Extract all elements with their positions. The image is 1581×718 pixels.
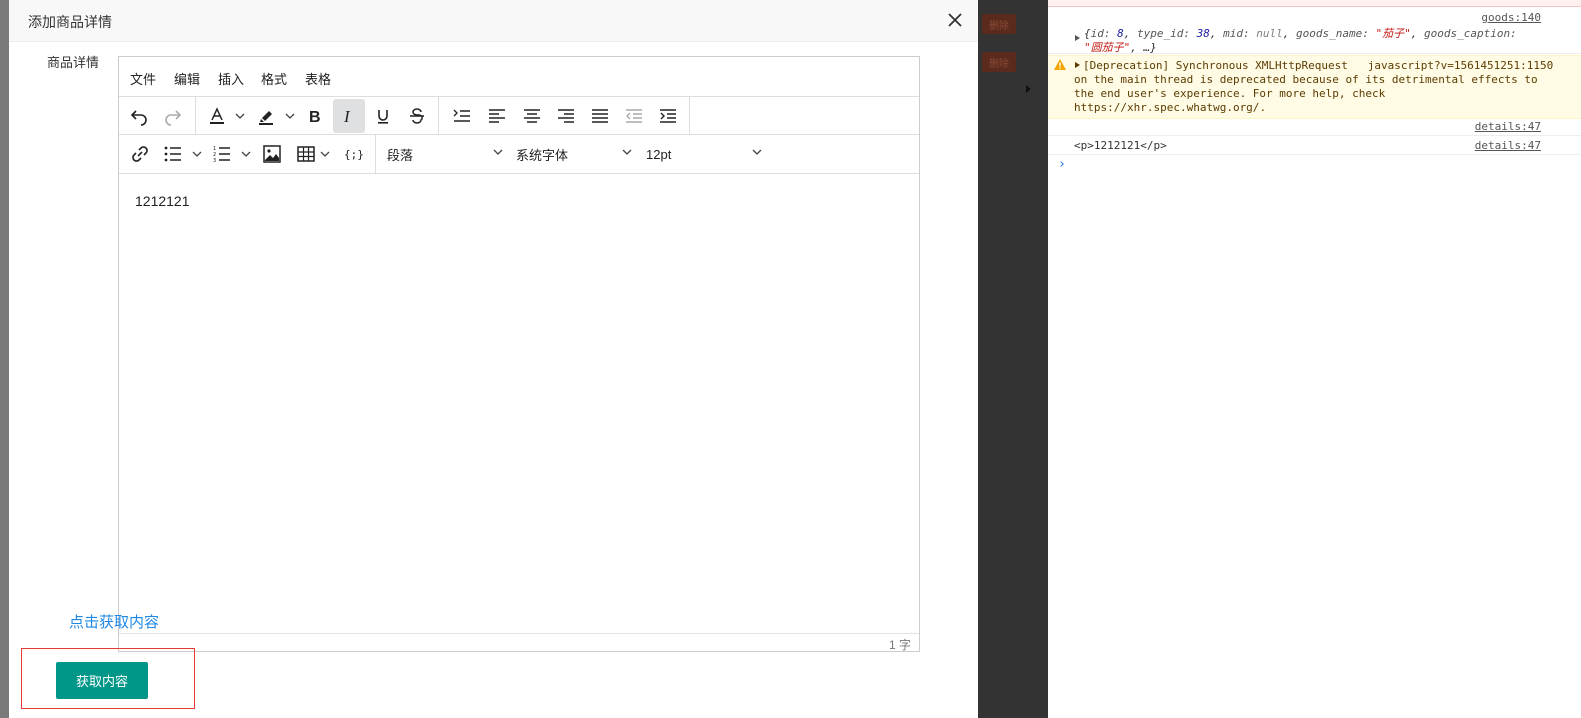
page-left-edge	[0, 0, 9, 718]
warning-source-link[interactable]: javascript?v=1561451251:1150	[1368, 59, 1553, 72]
chevron-down-icon	[493, 149, 503, 155]
delete-button[interactable]: 删除	[982, 14, 1016, 34]
block-format-select[interactable]: 段落	[387, 137, 503, 171]
source-link[interactable]: details:47	[1475, 139, 1541, 152]
delete-button[interactable]: 删除	[982, 52, 1016, 72]
indent-icon[interactable]	[652, 99, 684, 133]
source-link[interactable]: details:47	[1475, 120, 1541, 133]
link-icon[interactable]	[124, 137, 156, 171]
menu-edit[interactable]: 编辑	[174, 69, 200, 88]
object-preview-line-2: "圆茄子", …}	[1084, 41, 1157, 54]
console-log-entry: <p>1212121</p> details:47	[1048, 137, 1581, 155]
highlight-chevron-down-icon[interactable]	[283, 99, 297, 133]
code-sample-icon[interactable]: {;}	[337, 137, 369, 171]
svg-text:B: B	[309, 109, 321, 126]
underline-icon[interactable]	[367, 99, 399, 133]
highlight-icon[interactable]	[250, 99, 282, 133]
font-family-value: 系统字体	[516, 147, 569, 163]
text-color-chevron-down-icon[interactable]	[233, 99, 247, 133]
get-content-button[interactable]: 获取内容	[56, 662, 148, 699]
console-log-text: <p>1212121</p>	[1074, 139, 1167, 152]
align-center-icon[interactable]	[516, 99, 548, 133]
menu-file[interactable]: 文件	[130, 69, 156, 88]
console-error-remnant	[1048, 0, 1581, 7]
align-right-icon[interactable]	[550, 99, 582, 133]
console-log-entry: details:47	[1048, 119, 1581, 136]
text-color-icon[interactable]	[201, 99, 233, 133]
expand-arrow-icon	[1026, 85, 1031, 93]
devtools-console: goods:140 {id: 8, type_id: 38, mid: null…	[1048, 0, 1581, 718]
source-link[interactable]: goods:140	[1481, 11, 1541, 24]
rich-text-editor: 文件 编辑 插入 格式 表格 B I 1 2 3 {;} 段落 系统字体 12p…	[118, 56, 920, 652]
chevron-down-icon	[622, 149, 632, 155]
font-size-value: 12pt	[646, 146, 672, 162]
expand-triangle-icon[interactable]	[1075, 35, 1080, 41]
undo-icon[interactable]	[123, 99, 155, 133]
bold-icon[interactable]: B	[299, 99, 331, 133]
chevron-down-icon	[752, 149, 762, 155]
line-height-icon[interactable]	[446, 99, 478, 133]
modal-title: 添加商品详情	[28, 14, 112, 30]
bullet-list-chevron-down-icon[interactable]	[190, 137, 204, 171]
strikethrough-icon[interactable]	[401, 99, 433, 133]
redo-icon[interactable]	[157, 99, 189, 133]
get-content-link[interactable]: 点击获取内容	[69, 611, 159, 632]
editor-toolbar-row-2: 123 {;} 段落 系统字体 12pt	[119, 135, 919, 174]
warning-icon	[1054, 59, 1066, 70]
align-justify-icon[interactable]	[584, 99, 616, 133]
field-label: 商品详情	[47, 55, 100, 70]
editor-content-area[interactable]: 1212121	[119, 174, 919, 633]
numbered-list-chevron-down-icon[interactable]	[239, 137, 253, 171]
menu-insert[interactable]: 插入	[218, 69, 244, 88]
warning-text: [Deprecation] Synchronous XMLHttpRequest…	[1074, 59, 1554, 114]
svg-text:{;}: {;}	[344, 148, 363, 161]
word-count: 1 字	[888, 638, 911, 652]
editor-statusbar: 1 字	[119, 633, 919, 652]
menu-table[interactable]: 表格	[305, 69, 331, 88]
block-format-value: 段落	[387, 147, 414, 163]
editor-menubar: 文件 编辑 插入 格式 表格	[119, 57, 919, 97]
font-size-select[interactable]: 12pt	[646, 137, 762, 171]
close-icon[interactable]	[943, 8, 967, 32]
modal-header: 添加商品详情	[9, 0, 978, 42]
editor-content-text[interactable]: 1212121	[135, 193, 190, 209]
table-chevron-down-icon[interactable]	[318, 137, 332, 171]
console-warning-entry: [Deprecation] Synchronous XMLHttpRequest…	[1048, 55, 1581, 119]
bullet-list-icon[interactable]	[157, 137, 189, 171]
italic-icon[interactable]: I	[333, 99, 365, 133]
modal-backdrop: 删除 删除	[978, 0, 1048, 718]
align-left-icon[interactable]	[481, 99, 513, 133]
add-details-modal: 添加商品详情 商品详情 文件 编辑 插入 格式 表格 B I 1 2 3 {;}…	[9, 0, 978, 718]
menu-format[interactable]: 格式	[261, 69, 287, 88]
console-prompt[interactable]: ›	[1058, 157, 1066, 172]
console-log-entry: goods:140 {id: 8, type_id: 38, mid: null…	[1048, 8, 1581, 54]
outdent-icon[interactable]	[618, 99, 650, 133]
editor-toolbar-row-1: B I	[119, 97, 919, 135]
image-icon[interactable]	[256, 137, 288, 171]
font-family-select[interactable]: 系统字体	[516, 137, 632, 171]
warning-help-link[interactable]: https://xhr.spec.whatwg.org/	[1074, 101, 1259, 114]
numbered-list-icon[interactable]: 123	[206, 137, 238, 171]
svg-text:I: I	[343, 107, 351, 126]
svg-text:3: 3	[213, 158, 216, 164]
